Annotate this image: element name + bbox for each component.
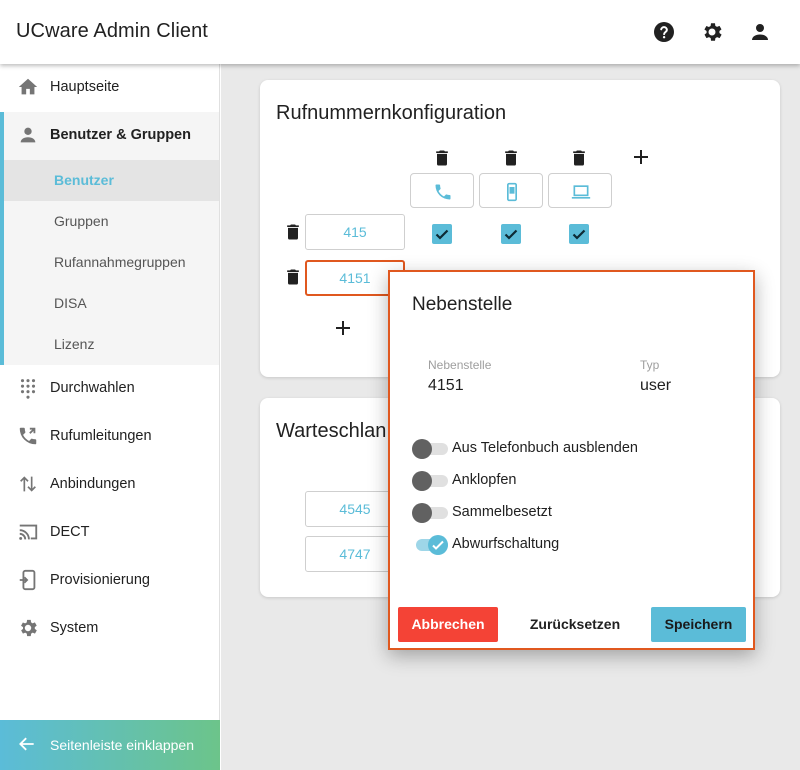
account-icon[interactable] [748, 20, 772, 44]
app-header: UCware Admin Client [0, 0, 800, 64]
add-number-button[interactable] [334, 319, 352, 337]
card-title: Rufnummernkonfiguration [276, 102, 507, 124]
user-icon [17, 124, 39, 146]
gear-icon [17, 617, 39, 639]
sidebar-subitem-disa[interactable]: DISA [4, 283, 219, 324]
sidebar-item-benutzer-gruppen[interactable]: Benutzer & Gruppen [0, 112, 219, 160]
laptop-icon [571, 185, 591, 199]
device-laptop[interactable] [548, 173, 612, 208]
number-box-415[interactable]: 415 [305, 214, 405, 250]
delete-device-3-button[interactable] [569, 147, 589, 169]
toggle-row-anklopfen: Anklopfen [412, 469, 732, 493]
reset-button[interactable]: Zurücksetzen [520, 607, 630, 642]
dialpad-icon [17, 377, 39, 399]
nebenstelle-label: Nebenstelle [428, 358, 492, 372]
sidebar-subitem-label: Rufannahmegruppen [54, 254, 186, 270]
sidebar-item-label: Benutzer & Gruppen [50, 127, 191, 143]
sidebar-item-hauptseite[interactable]: Hauptseite [0, 64, 219, 112]
sidebar-item-label: Durchwahlen [50, 380, 135, 396]
checkbox-415-phone[interactable] [432, 224, 452, 244]
delete-number-415-button[interactable] [283, 221, 303, 243]
sidebar-subitem-label: Gruppen [54, 213, 109, 229]
delete-device-2-button[interactable] [501, 147, 521, 169]
sidebar-item-system[interactable]: System [0, 605, 219, 653]
nebenstelle-dialog: Nebenstelle Nebenstelle 4151 Typ user Au… [388, 270, 755, 650]
collapse-sidebar-label: Seitenleiste einklappen [50, 737, 194, 753]
card-title: Warteschlan [276, 420, 387, 442]
telefonbuch-toggle[interactable] [412, 439, 448, 459]
toggle-label: Abwurfschaltung [452, 536, 560, 552]
sidebar-item-rufumleitungen[interactable]: Rufumleitungen [0, 413, 219, 461]
cast-icon [17, 521, 39, 543]
device-phone[interactable] [410, 173, 474, 208]
anklopfen-toggle[interactable] [412, 471, 448, 491]
sidebar-item-label: Anbindungen [50, 476, 136, 492]
sidebar-subitem-gruppen[interactable]: Gruppen [4, 201, 219, 242]
sidebar-item-label: Hauptseite [50, 79, 120, 95]
sidebar-subitem-benutzer[interactable]: Benutzer [4, 160, 219, 201]
sidebar-item-anbindungen[interactable]: Anbindungen [0, 461, 219, 509]
cancel-button[interactable]: Abbrechen [398, 607, 498, 642]
delete-device-1-button[interactable] [432, 147, 452, 169]
toggle-label: Aus Telefonbuch ausblenden [452, 440, 638, 456]
sidebar-item-dect[interactable]: DECT [0, 509, 219, 557]
checkbox-415-laptop[interactable] [569, 224, 589, 244]
delete-number-4151-button[interactable] [283, 266, 303, 288]
mobile-icon [507, 182, 517, 202]
app-title: UCware Admin Client [16, 20, 208, 42]
dialog-title: Nebenstelle [412, 294, 513, 315]
sidebar-subitem-lizenz[interactable]: Lizenz [4, 324, 219, 365]
swap-vertical-icon [17, 473, 39, 495]
typ-value: user [640, 377, 672, 394]
checkbox-415-mobile[interactable] [501, 224, 521, 244]
sidebar-item-durchwahlen[interactable]: Durchwahlen [0, 365, 219, 413]
sidebar-item-provisionierung[interactable]: Provisionierung [0, 557, 219, 605]
sidebar-item-label: System [50, 620, 99, 636]
toggle-row-sammelbesetzt: Sammelbesetzt [412, 501, 732, 525]
add-device-button[interactable] [632, 148, 650, 166]
toggle-row-telefonbuch: Aus Telefonbuch ausblenden [412, 437, 732, 461]
device-mobile[interactable] [479, 173, 543, 208]
sidebar: Hauptseite Benutzer & Gruppen Benutzer G… [0, 64, 220, 770]
sidebar-item-label: Provisionierung [50, 572, 150, 588]
provision-icon [17, 569, 39, 591]
save-button[interactable]: Speichern [651, 607, 746, 642]
sidebar-item-label: Rufumleitungen [50, 428, 152, 444]
help-icon[interactable] [652, 20, 676, 44]
sammelbesetzt-toggle[interactable] [412, 503, 448, 523]
sidebar-subitem-label: Lizenz [54, 336, 95, 352]
arrow-left-icon [17, 734, 37, 754]
phone-forward-icon [17, 425, 39, 447]
toggle-label: Sammelbesetzt [452, 504, 552, 520]
sidebar-item-label: DECT [50, 524, 90, 540]
home-icon [17, 76, 39, 98]
abwurfschaltung-toggle[interactable] [412, 535, 448, 555]
toggle-row-abwurfschaltung: Abwurfschaltung [412, 533, 732, 557]
sidebar-subitem-label: Benutzer [54, 172, 114, 188]
typ-label: Typ [640, 358, 660, 372]
sidebar-group-benutzer: Benutzer & Gruppen Benutzer Gruppen Rufa… [0, 112, 219, 365]
nebenstelle-value: 4151 [428, 377, 464, 394]
sidebar-subitem-rufannahmegruppen[interactable]: Rufannahmegruppen [4, 242, 219, 283]
phone-icon [435, 184, 451, 200]
gear-icon[interactable] [700, 20, 724, 44]
sidebar-subitem-label: DISA [54, 295, 87, 311]
check-icon [432, 540, 444, 550]
toggle-label: Anklopfen [452, 472, 517, 488]
collapse-sidebar-button[interactable]: Seitenleiste einklappen [0, 720, 220, 770]
